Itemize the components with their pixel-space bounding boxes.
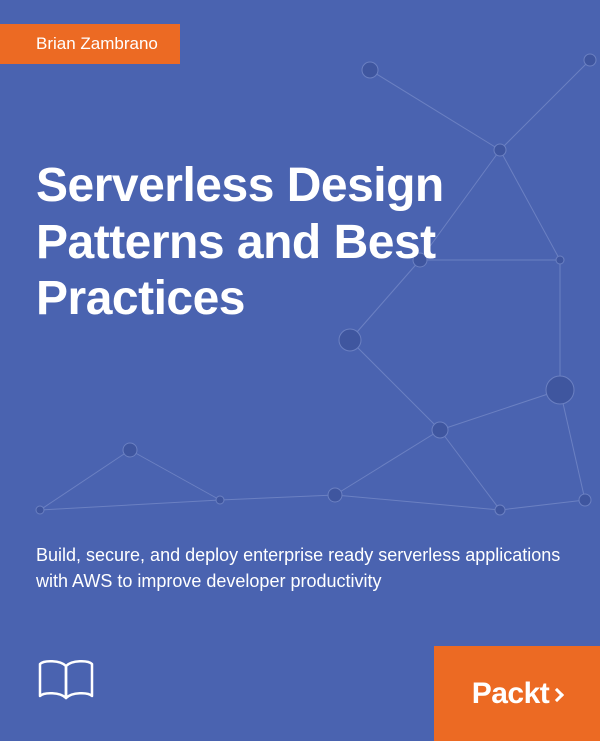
book-subtitle: Build, secure, and deploy enterprise rea… (36, 542, 564, 594)
author-badge: Brian Zambrano (0, 24, 180, 64)
book-title: Serverless Design Patterns and Best Prac… (36, 158, 564, 328)
publisher-logo: Packt (472, 677, 563, 711)
publisher-badge: Packt (434, 646, 600, 741)
publisher-name: Packt (472, 677, 550, 711)
network-graphic (0, 0, 600, 741)
book-icon (36, 658, 96, 703)
chevron-right-icon (550, 688, 564, 702)
author-name: Brian Zambrano (36, 34, 158, 53)
